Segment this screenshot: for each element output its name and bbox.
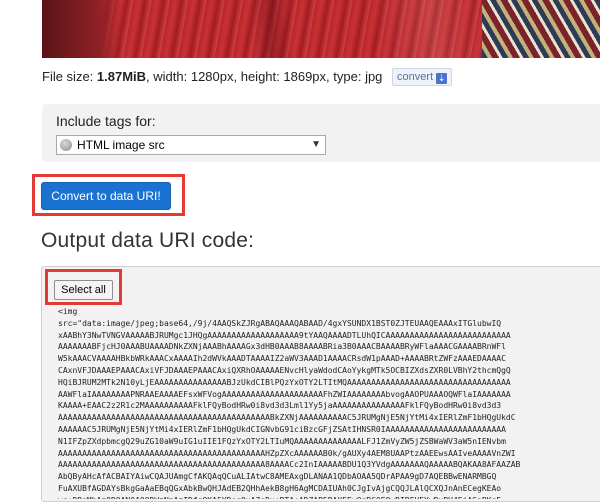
globe-icon bbox=[60, 139, 72, 151]
code-line: AAAAAAC5JRUMgNjE5NjYtMi4xIERlZmF1bHQgUkd… bbox=[58, 424, 506, 434]
type-value: jpg bbox=[365, 69, 383, 84]
convert-link-label: convert bbox=[397, 71, 434, 83]
type-label: , type: bbox=[326, 69, 366, 84]
code-line: N1IFZpZXdpbmcgQ29uZG10aW9uIG1uIIE1FQzYxO… bbox=[58, 436, 506, 446]
preview-image bbox=[42, 0, 600, 58]
code-line: KAAAA+EAAC2z2R1c2MAAAAAAAAAAFklFQyBodHRw… bbox=[58, 401, 502, 411]
chevron-down-icon: ▼ bbox=[311, 139, 321, 150]
code-line: W5kAAACVAAAAHBkbWRkAAACxAAAAIh2dWVkAAADT… bbox=[58, 354, 506, 364]
code-line: AbQByAHcAfACBAIYAiwCQAJUAmgCfAKQAqQCuALI… bbox=[58, 472, 497, 482]
tag-type-select[interactable]: HTML image src ▼ bbox=[56, 135, 326, 155]
select-all-button[interactable]: Select all bbox=[54, 280, 113, 300]
height-value: 1869px bbox=[283, 69, 327, 84]
file-size-label: File size: bbox=[42, 69, 97, 84]
width-value: 1280px bbox=[190, 69, 234, 84]
file-info: File size: 1.87MiB, width: 1280px, heigh… bbox=[42, 68, 453, 86]
tag-type-selected-value: HTML image src bbox=[77, 138, 165, 152]
code-line: AAAAAAAAAAAAAAAAAAAAAAAAAAAAAAAAAAAAAAAA… bbox=[58, 448, 516, 458]
include-tags-panel: Include tags for: HTML image src ▼ bbox=[42, 104, 600, 162]
convert-to-data-uri-button[interactable]: Convert to data URI! bbox=[41, 182, 171, 210]
data-uri-code-textarea[interactable]: <img src="data:image/jpeg;base64,/9j/4AAQ… bbox=[58, 306, 600, 499]
code-line: ws+DRgMhAzQDOAN0A0QDWzNmAzIDfgOKA5YDogOu… bbox=[58, 495, 600, 499]
code-line: CAxnVFJDAAAEPAAACAxiVFJDAAAEPAAACAxiQXRh… bbox=[58, 365, 511, 375]
output-heading: Output data URI code: bbox=[41, 229, 255, 252]
code-line: AAAAAAABFjcHJ0AAABUAAAADNkZXNjAAABhAAAAG… bbox=[58, 342, 506, 352]
file-size-value: 1.87MiB bbox=[96, 69, 147, 84]
code-line: src="data:image/jpeg;base64,/9j/4AAQSkZJ… bbox=[58, 318, 502, 328]
code-line: AAAAAAAAAAAAAAAAAAAAAAAAAAAAAAAAAAAAAAAA… bbox=[58, 413, 516, 423]
code-line: <img bbox=[58, 307, 78, 316]
code-line: AAAAAAAAAAAAAAAAAAAAAAAAAAAAAAAAAAAAAAAA… bbox=[58, 460, 521, 470]
convert-link-button[interactable]: convert ⇣ bbox=[392, 68, 453, 86]
code-line: FuAXUBfAGDAYsBkgGaAaEBqQGxAbkBwQHJAdEB2Q… bbox=[58, 483, 502, 493]
code-line: xAABhY3NwTVNGVAAAAABJRUMgc1JHQgAAAAAAAAA… bbox=[58, 330, 511, 340]
include-tags-label: Include tags for: bbox=[56, 113, 156, 129]
image-shadow-region bbox=[42, 0, 122, 58]
height-label: , height: bbox=[233, 69, 284, 84]
image-scarf-region bbox=[482, 0, 600, 58]
image-fold-region bbox=[252, 0, 292, 58]
code-line: AAWFlaIAAAAAAAAPNRAAEAAAAEFsxWFVogAAAAAA… bbox=[58, 389, 511, 399]
code-line: HQiBJRUM2MTk2N10yLjEAAAAAAAAAAAAAAABJzUk… bbox=[58, 377, 511, 387]
width-label: , width: bbox=[146, 69, 191, 84]
download-icon: ⇣ bbox=[436, 73, 448, 84]
